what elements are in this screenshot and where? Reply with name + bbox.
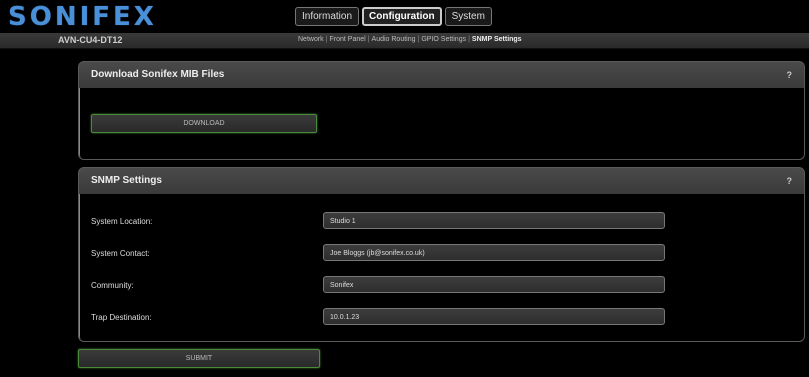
system-contact-label: System Contact:: [91, 249, 150, 258]
sub-navigation: Network | Front Panel | Audio Routing | GPIO S…: [298, 36, 522, 43]
trap-destination-label: Trap Destination:: [91, 313, 152, 322]
sub-bar: AVN-CU4-DT12 Network | Front Panel | Audio R…: [0, 33, 809, 49]
snmp-settings-panel: SNMP Settings ? System Location: Studio …: [78, 167, 805, 342]
download-mib-panel: Download Sonifex MIB Files ? DOWNLOAD: [78, 61, 805, 160]
subnav-network[interactable]: Network: [298, 36, 324, 43]
device-name: AVN-CU4-DT12: [58, 35, 123, 45]
help-icon[interactable]: ?: [787, 62, 793, 88]
system-location-field[interactable]: Studio 1: [323, 212, 665, 229]
subnav-snmp-settings[interactable]: SNMP Settings: [472, 36, 522, 43]
trap-destination-field[interactable]: 10.0.1.23: [323, 308, 665, 325]
panel-header: Download Sonifex MIB Files ?: [79, 62, 804, 88]
panel-title: Download Sonifex MIB Files: [91, 69, 225, 80]
subnav-gpio-settings[interactable]: GPIO Settings: [421, 36, 466, 43]
tab-information[interactable]: Information: [295, 7, 360, 26]
submit-button[interactable]: SUBMIT: [78, 349, 320, 368]
panel-title: SNMP Settings: [91, 175, 162, 186]
subnav-front-panel[interactable]: Front Panel: [330, 36, 366, 43]
tab-system[interactable]: System: [444, 7, 492, 26]
panel-header: SNMP Settings ?: [79, 168, 804, 194]
subnav-audio-routing[interactable]: Audio Routing: [372, 36, 416, 43]
download-button[interactable]: DOWNLOAD: [91, 114, 317, 133]
community-field[interactable]: Sonifex: [323, 276, 665, 293]
system-contact-field[interactable]: Joe Bloggs (jb@sonifex.co.uk): [323, 244, 665, 261]
sonifex-logo: SONIFEX: [8, 2, 157, 32]
system-location-label: System Location:: [91, 217, 153, 226]
help-icon[interactable]: ?: [787, 168, 793, 194]
top-bar: SONIFEX Information Configuration System: [0, 0, 809, 33]
community-label: Community:: [91, 281, 134, 290]
main-tabs: Information Configuration System: [295, 7, 492, 26]
tab-configuration[interactable]: Configuration: [362, 7, 442, 26]
